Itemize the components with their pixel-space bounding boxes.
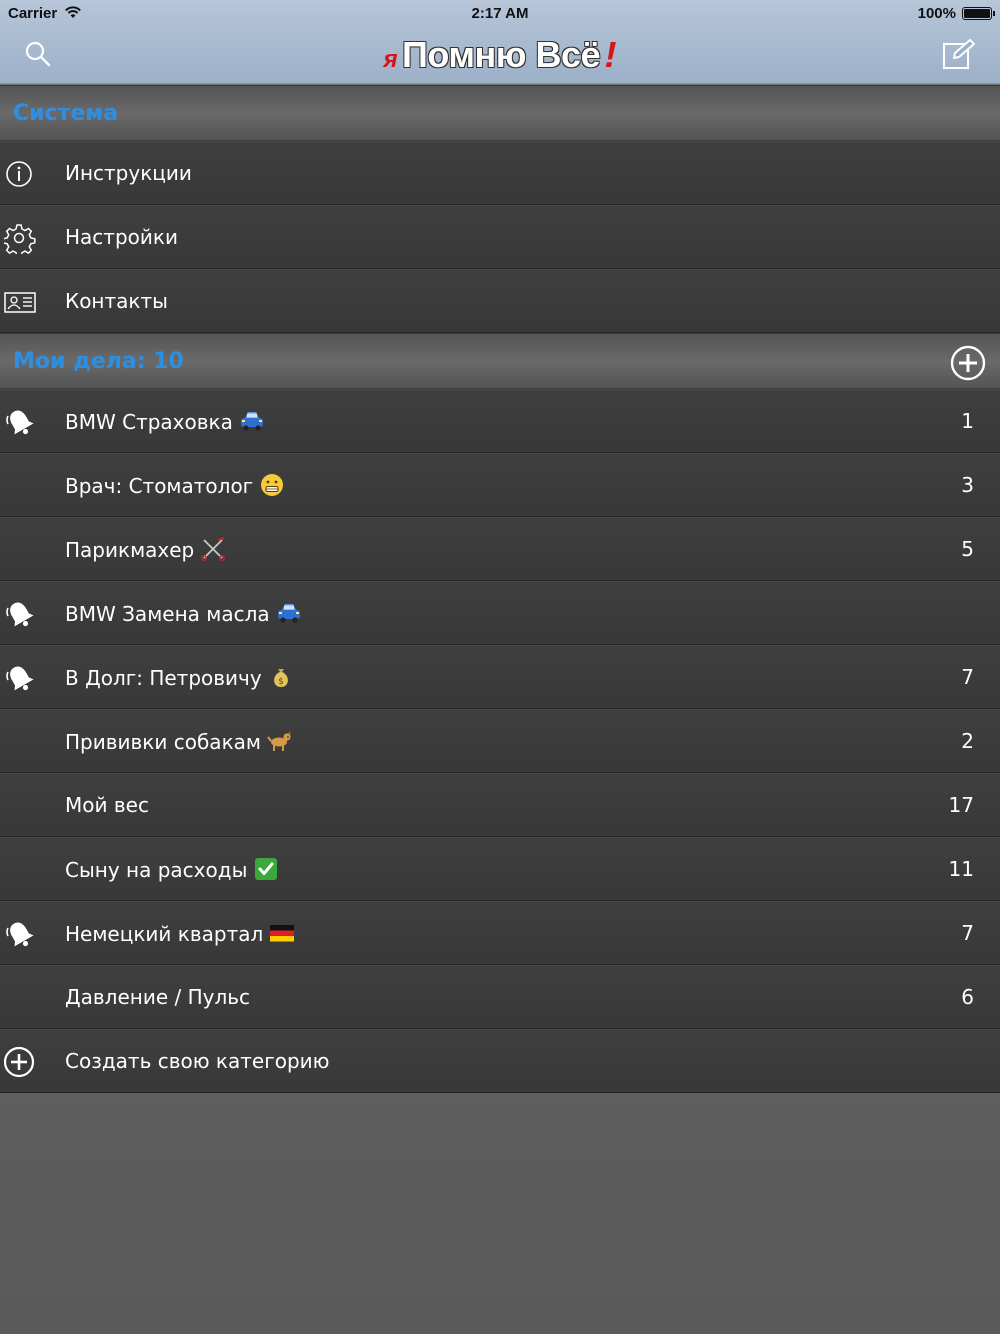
scissors-emoji	[200, 537, 226, 561]
dog-emoji	[267, 729, 293, 753]
task-label: Давление / Пульс	[65, 985, 250, 1009]
task-label: BMW Замена масла	[65, 601, 302, 626]
row-label: Инструкции	[65, 161, 192, 185]
task-title: Прививки собакам	[65, 730, 261, 754]
app-title-main: Помню Всё	[402, 34, 601, 75]
system-item-instructions[interactable]: Инструкции	[0, 141, 1000, 205]
task-row[interactable]: Давление / Пульс 6	[0, 965, 1000, 1029]
task-row[interactable]: Немецкий квартал 7	[0, 901, 1000, 965]
task-row[interactable]: Парикмахер 5	[0, 517, 1000, 581]
task-label: Немецкий квартал	[65, 921, 295, 946]
grimace-face-emoji	[259, 473, 285, 497]
row-label: Создать свою категорию	[65, 1049, 330, 1073]
plus-circle-icon	[4, 1046, 35, 1078]
task-count: 6	[961, 985, 974, 1009]
car-emoji	[239, 409, 265, 433]
create-category-row[interactable]: Создать свою категорию	[0, 1029, 1000, 1093]
task-count: 1	[961, 409, 974, 433]
info-icon	[6, 161, 32, 187]
task-row[interactable]: Мой вес 17	[0, 773, 1000, 837]
task-label: Мой вес	[65, 793, 149, 817]
task-title: Немецкий квартал	[65, 922, 264, 946]
gear-icon	[4, 224, 36, 254]
app-title-suffix: !	[604, 34, 617, 75]
section-title: Система	[13, 101, 119, 126]
bell-icon	[4, 598, 36, 630]
plus-circle-icon[interactable]	[950, 345, 986, 381]
task-row[interactable]: Прививки собакам 2	[0, 709, 1000, 773]
task-title: Сыну на расходы	[65, 858, 248, 882]
task-title: BMW Замена масла	[65, 602, 270, 626]
compose-icon[interactable]	[942, 38, 976, 70]
task-count: 5	[961, 537, 974, 561]
task-title: Давление / Пульс	[65, 985, 251, 1009]
task-label: Сыну на расходы	[65, 857, 279, 882]
german-flag-emoji	[269, 921, 295, 945]
navigation-bar: Carrier 2:17 AM 100% я Помню Всё !	[0, 0, 1000, 84]
status-bar: Carrier 2:17 AM 100%	[0, 0, 1000, 28]
row-label: Настройки	[65, 225, 178, 249]
app-title-prefix: я	[383, 46, 398, 73]
task-title: Врач: Стоматолог	[65, 474, 254, 498]
app-title: я Помню Всё !	[0, 34, 1000, 76]
task-row[interactable]: Сыну на расходы 11	[0, 837, 1000, 901]
row-label: Контакты	[65, 289, 168, 313]
bell-icon	[4, 918, 36, 950]
task-label: Прививки собакам	[65, 729, 293, 754]
contact-card-icon	[4, 292, 36, 313]
task-count: 11	[948, 857, 974, 881]
task-title: В Долг: Петровичу	[65, 666, 262, 690]
task-count: 2	[961, 729, 974, 753]
task-count: 7	[961, 921, 974, 945]
task-count: 7	[961, 665, 974, 689]
svg-text:$: $	[278, 677, 284, 687]
battery-percent: 100%	[917, 5, 956, 22]
task-count: 3	[961, 473, 974, 497]
bell-icon	[4, 662, 36, 694]
section-header-tasks: Мои дела: 10	[0, 333, 1000, 389]
task-label: В Долг: Петровичу $	[65, 665, 294, 690]
money-bag-emoji: $	[268, 665, 294, 689]
task-label: Парикмахер	[65, 537, 226, 562]
battery-icon	[962, 7, 995, 20]
task-count: 17	[948, 793, 974, 817]
task-row[interactable]: Врач: Стоматолог 3	[0, 453, 1000, 517]
status-time: 2:17 AM	[471, 5, 529, 22]
system-item-settings[interactable]: Настройки	[0, 205, 1000, 269]
bell-icon	[4, 406, 36, 438]
task-label: BMW Страховка	[65, 409, 265, 434]
task-row[interactable]: BMW Замена масла	[0, 581, 1000, 645]
check-mark-emoji	[253, 857, 279, 881]
section-header-system: Система	[0, 85, 1000, 141]
system-item-contacts[interactable]: Контакты	[0, 269, 1000, 333]
task-row[interactable]: BMW Страховка 1	[0, 389, 1000, 453]
task-title: BMW Страховка	[65, 410, 233, 434]
section-title: Мои дела: 10	[13, 349, 184, 374]
task-row[interactable]: В Долг: Петровичу $7	[0, 645, 1000, 709]
task-title: Парикмахер	[65, 538, 195, 562]
task-label: Врач: Стоматолог	[65, 473, 285, 498]
car-emoji	[276, 601, 302, 625]
task-title: Мой вес	[65, 793, 149, 817]
